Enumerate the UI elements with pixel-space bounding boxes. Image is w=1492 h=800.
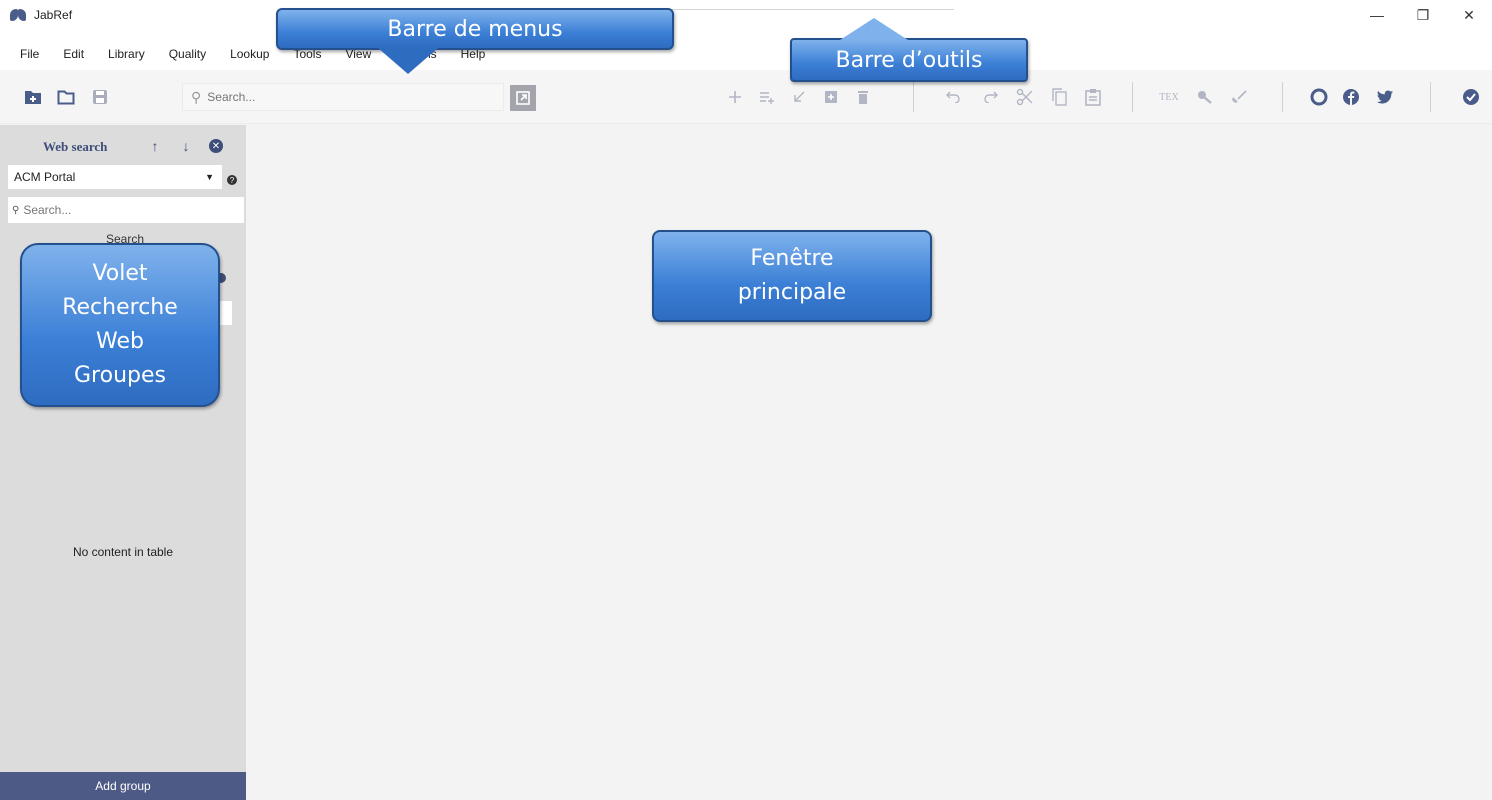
cleanup-icon[interactable] <box>1230 88 1248 106</box>
callout-main-window: Fenêtre principale <box>652 230 932 322</box>
undo-icon[interactable] <box>944 88 962 106</box>
callout-toolbar-text: Barre d’outils <box>835 48 983 73</box>
chevron-down-icon: ▼ <box>205 172 214 182</box>
copy-icon[interactable] <box>1050 88 1068 106</box>
global-search-input[interactable] <box>207 90 468 104</box>
toolbar: ⚲ TEX <box>0 70 1492 124</box>
toolbar-separator <box>1132 82 1133 112</box>
callout-main-window-line: Fenêtre <box>750 246 834 271</box>
menu-file[interactable]: File <box>0 44 51 64</box>
import-entry-icon[interactable] <box>790 88 808 106</box>
callout-main-window-line: principale <box>737 280 847 305</box>
web-search-input[interactable] <box>23 203 224 217</box>
web-search-title: Web search <box>43 139 108 154</box>
window-title: JabRef <box>34 8 73 22</box>
window-controls: — ❐ ✕ <box>1354 0 1492 30</box>
callout-menu-bar: Barre de menus <box>276 8 674 74</box>
title-bar: JabRef — ❐ ✕ <box>0 0 1492 30</box>
arrow-up-icon[interactable]: ↑ <box>146 137 164 155</box>
web-search-field[interactable]: ⚲ <box>8 197 244 223</box>
menu-library[interactable]: Library <box>96 44 157 64</box>
check-circle-icon[interactable] <box>1462 88 1480 106</box>
restore-button[interactable]: ❐ <box>1400 0 1446 30</box>
add-entry-icon[interactable] <box>726 88 744 106</box>
delete-entry-icon[interactable] <box>854 88 872 106</box>
fetcher-select[interactable]: ACM Portal ▼ <box>8 165 222 189</box>
jabref-logo-icon <box>10 8 28 22</box>
search-icon: ⚲ <box>191 88 202 105</box>
twitter-icon[interactable] <box>1376 88 1394 106</box>
minimize-button[interactable]: — <box>1354 0 1400 30</box>
close-button[interactable]: ✕ <box>1446 0 1492 30</box>
callout-side-pane-line: Groupes <box>74 363 166 388</box>
save-library-icon[interactable] <box>91 88 109 106</box>
latex-icon[interactable]: TEX <box>1159 88 1178 106</box>
github-icon[interactable] <box>1310 88 1328 106</box>
toolbar-separator <box>1430 82 1431 112</box>
search-icon: ⚲ <box>12 204 20 216</box>
open-library-icon[interactable] <box>57 88 75 106</box>
callout-toolbar: Barre d’outils <box>790 18 1028 82</box>
callout-side-pane-line: Recherche <box>62 295 178 320</box>
cut-icon[interactable] <box>1016 88 1034 106</box>
web-search-header: Web search ↑ ↓ ✕ <box>0 135 246 157</box>
main-window <box>246 125 1492 800</box>
toolbar-separator <box>1282 82 1283 112</box>
key-icon[interactable] <box>1196 88 1214 106</box>
menu-lookup[interactable]: Lookup <box>218 44 281 64</box>
global-search[interactable]: ⚲ <box>182 83 504 111</box>
title-divider <box>672 9 954 10</box>
add-entry-from-text-icon[interactable] <box>758 88 776 106</box>
help-icon[interactable]: ? <box>227 175 237 185</box>
menu-quality[interactable]: Quality <box>157 44 218 64</box>
groups-empty-message: No content in table <box>72 545 174 559</box>
callout-side-pane: Volet Recherche Web Groupes <box>20 243 220 407</box>
menu-edit[interactable]: Edit <box>51 44 96 64</box>
arrow-down-icon[interactable]: ↓ <box>177 137 195 155</box>
redo-icon[interactable] <box>982 88 1000 106</box>
fetcher-selected-value: ACM Portal <box>14 170 76 184</box>
toolbar-separator <box>913 82 914 112</box>
add-group-button[interactable]: Add group <box>0 772 246 800</box>
side-pane: Web search ↑ ↓ ✕ ACM Portal ▼ ? ⚲ Search… <box>0 125 246 800</box>
search-external-button[interactable] <box>510 85 536 111</box>
add-entry-plus-icon[interactable] <box>822 88 840 106</box>
callout-side-pane-line: Web <box>96 329 144 354</box>
callout-menu-bar-text: Barre de menus <box>387 17 563 42</box>
close-pane-icon[interactable]: ✕ <box>209 139 223 153</box>
new-library-icon[interactable] <box>24 88 42 106</box>
paste-icon[interactable] <box>1084 88 1102 106</box>
facebook-icon[interactable] <box>1342 88 1360 106</box>
callout-side-pane-line: Volet <box>92 261 148 286</box>
